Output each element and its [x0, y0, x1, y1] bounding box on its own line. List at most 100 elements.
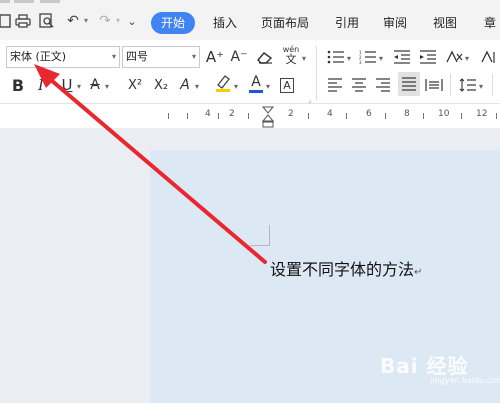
ruler-number: 8: [404, 109, 410, 119]
align-justify-icon: [402, 77, 416, 91]
line-spacing-icon: [459, 78, 476, 92]
home-ribbon: 宋体 (正文) ▾ 四号 ▾ A⁺ A⁻ wén 文 ▾ B I U ▾ A ▾ …: [0, 40, 500, 104]
font-size-select[interactable]: 四号 ▾: [122, 46, 200, 68]
font-color-button[interactable]: A: [246, 72, 266, 94]
chevron-down-icon: ▾: [191, 52, 196, 61]
underline-button[interactable]: U: [58, 74, 76, 96]
chevron-down-icon[interactable]: ▾: [234, 82, 238, 91]
print-preview-icon[interactable]: [36, 10, 58, 32]
superscript-button[interactable]: X²: [124, 74, 146, 96]
group-divider: [316, 46, 317, 100]
font-color-swatch: [249, 89, 263, 93]
ruler-number: 12: [476, 109, 488, 119]
group-divider: [450, 74, 451, 96]
font-name-select[interactable]: 宋体 (正文) ▾: [6, 46, 120, 68]
ruler-number: 4: [205, 109, 211, 119]
justify-button[interactable]: [398, 72, 420, 96]
shrink-font-button[interactable]: A⁻: [229, 46, 249, 68]
ruler-tick: [168, 113, 169, 119]
ruler-tick: [461, 113, 462, 119]
highlight-button[interactable]: [212, 72, 234, 94]
font-name-value: 宋体 (正文): [10, 50, 67, 63]
decrease-indent-button[interactable]: [392, 46, 412, 68]
char-border-button[interactable]: A: [278, 74, 296, 96]
chevron-down-icon[interactable]: ▾: [105, 82, 109, 91]
indent-icon: [420, 50, 436, 64]
align-center-icon: [352, 78, 366, 92]
align-right-icon: [376, 78, 390, 92]
tab-page-layout[interactable]: 页面布局: [258, 12, 312, 34]
ruler-tick: [308, 113, 309, 119]
chevron-down-icon[interactable]: ▾: [195, 82, 199, 91]
ruler-number: 2: [229, 109, 235, 119]
undo-icon[interactable]: ↶: [62, 10, 84, 32]
ruler-tick: [385, 113, 386, 119]
ruler-tick: [496, 113, 497, 119]
ruler-tick: [218, 113, 219, 119]
tab-strip: [14, 0, 34, 3]
phonetic-guide-button[interactable]: wén 文: [280, 44, 302, 66]
align-center-button[interactable]: [350, 74, 368, 96]
sort-icon: [481, 50, 495, 63]
ruler-tick: [346, 113, 347, 119]
undo-dropdown-icon[interactable]: ▾: [84, 16, 88, 25]
chevron-down-icon[interactable]: ▾: [465, 54, 469, 63]
numbered-list-button[interactable]: 123: [358, 46, 378, 68]
outdent-icon: [394, 50, 410, 64]
paragraph-mark: ↵: [414, 267, 423, 278]
chevron-down-icon[interactable]: ⌄: [121, 10, 143, 32]
watermark-logo: Bai 经验: [380, 354, 469, 378]
bullet-list-button[interactable]: [326, 46, 346, 68]
indent-marker-icon[interactable]: [262, 106, 274, 128]
distribute-icon: [425, 79, 443, 91]
chevron-down-icon: ▾: [111, 52, 116, 61]
horizontal-ruler[interactable]: 4 2 2 4 6 8 10 12: [0, 104, 500, 128]
tab-strip: [40, 0, 60, 3]
ruler-number: 10: [438, 109, 450, 119]
text-effect-button[interactable]: A: [176, 74, 194, 96]
line-spacing-button[interactable]: [458, 74, 478, 96]
tab-review[interactable]: 审阅: [380, 12, 410, 34]
print-icon[interactable]: [12, 10, 34, 32]
chevron-down-icon[interactable]: ▾: [77, 82, 81, 91]
redo-dropdown-icon[interactable]: ▾: [116, 16, 120, 25]
tab-section[interactable]: 章: [480, 12, 500, 34]
align-right-button[interactable]: [374, 74, 392, 96]
subscript-button[interactable]: X₂: [150, 74, 172, 96]
dialog-launcher-icon[interactable]: ⌟: [308, 96, 311, 104]
bold-button[interactable]: B: [8, 74, 28, 96]
document-text-content: 设置不同字体的方法: [270, 260, 415, 279]
tab-insert[interactable]: 插入: [210, 12, 240, 34]
chevron-down-icon[interactable]: ▾: [266, 82, 270, 91]
ruler-number: 2: [288, 109, 294, 119]
ruler-tick: [248, 113, 249, 119]
font-size-value: 四号: [126, 50, 148, 63]
margin-corner-mark: [250, 245, 270, 246]
align-left-button[interactable]: [326, 74, 344, 96]
clear-format-button[interactable]: [254, 46, 276, 68]
chevron-down-icon[interactable]: ▾: [379, 54, 383, 63]
grow-font-button[interactable]: A⁺: [205, 46, 225, 68]
watermark-url: jingyan.baidu.com: [430, 376, 500, 385]
sort-button[interactable]: [478, 46, 498, 68]
tab-strip: [0, 0, 10, 3]
chevron-down-icon[interactable]: ▾: [302, 54, 306, 63]
tab-references[interactable]: 引用: [332, 12, 362, 34]
strikethrough-button[interactable]: A: [86, 74, 104, 96]
distributed-align-button[interactable]: [424, 74, 444, 96]
chevron-down-icon[interactable]: ▾: [347, 54, 351, 63]
svg-text:3: 3: [359, 60, 362, 64]
numbered-list-icon: 123: [359, 50, 376, 64]
italic-button[interactable]: I: [33, 74, 49, 96]
text-direction-button[interactable]: [444, 46, 464, 68]
tab-home[interactable]: 开始: [151, 12, 196, 34]
document-text[interactable]: 设置不同字体的方法↵: [270, 256, 422, 280]
tab-view[interactable]: 视图: [430, 12, 460, 34]
chevron-down-icon[interactable]: ▾: [479, 82, 483, 91]
group-divider: [492, 74, 493, 96]
increase-indent-button[interactable]: [418, 46, 438, 68]
bullet-list-icon: [327, 50, 344, 64]
redo-icon[interactable]: ↷: [94, 10, 116, 32]
margin-corner-mark: [269, 225, 270, 246]
ruler-tick: [423, 113, 424, 119]
